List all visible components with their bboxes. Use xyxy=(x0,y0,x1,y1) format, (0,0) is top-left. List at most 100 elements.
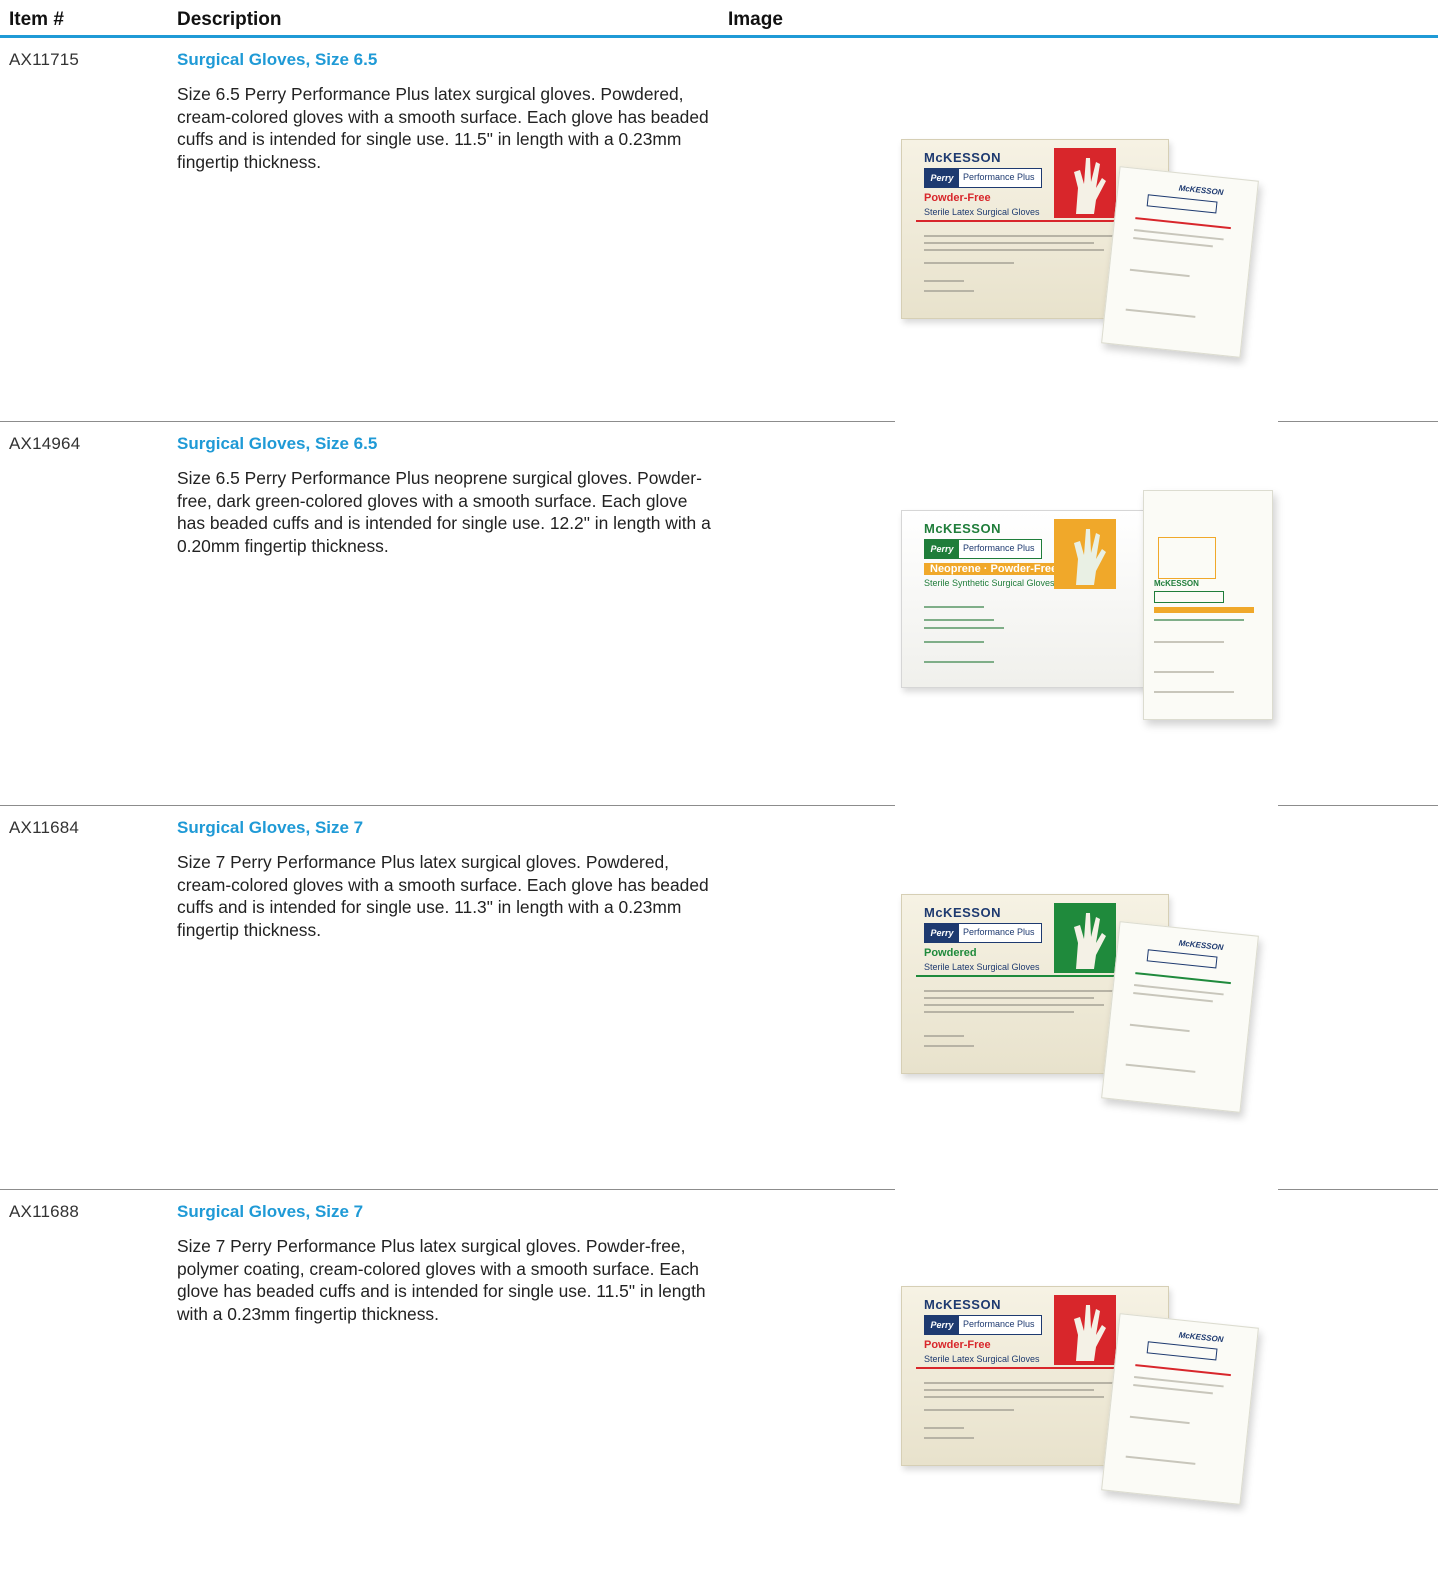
fine-print-line xyxy=(924,280,964,282)
glove-pouch: McKESSON xyxy=(1101,1313,1259,1505)
pouch-logo xyxy=(1154,591,1224,603)
subtitle-label: Sterile Latex Surgical Gloves xyxy=(924,207,1040,217)
perry-logo: Perry Performance Plus xyxy=(924,923,1042,943)
perry-badge: Perry xyxy=(925,1316,959,1334)
fine-print-line xyxy=(924,627,1004,629)
item-number: AX14964 xyxy=(9,434,81,453)
fine-print-line xyxy=(924,641,984,643)
product-line-label: Performance Plus xyxy=(963,172,1035,182)
product-image: McKESSON Perry Performance Plus Powdered… xyxy=(895,888,1278,1128)
product-title-link[interactable]: Surgical Gloves, Size 6.5 xyxy=(177,434,377,454)
accent-rule xyxy=(916,1367,1126,1369)
pouch-logo xyxy=(1146,194,1218,214)
fine-print-line xyxy=(924,1011,1074,1013)
fine-print-line xyxy=(924,1427,964,1429)
perry-logo: Perry Performance Plus xyxy=(924,1315,1042,1335)
pouch-brand-label: McKESSON xyxy=(1178,1330,1224,1345)
fine-print-line xyxy=(924,619,994,621)
product-row: AX11684 Surgical Gloves, Size 7 Size 7 P… xyxy=(0,806,1438,1190)
fine-print-line xyxy=(924,1396,1104,1398)
product-image: McKESSON Perry Performance Plus Powder-F… xyxy=(895,1280,1278,1520)
glove-hand-icon xyxy=(1054,519,1116,589)
pouch-text-line xyxy=(1129,1415,1190,1425)
pouch-text-line xyxy=(1154,671,1214,673)
pouch-brand-label: McKESSON xyxy=(1154,579,1199,588)
brand-label: McKESSON xyxy=(924,1297,1001,1312)
pouch-text-line xyxy=(1125,1063,1196,1073)
column-header-item: Item # xyxy=(9,9,64,30)
pouch-text-line xyxy=(1154,641,1224,643)
perry-badge: Perry xyxy=(925,924,959,942)
product-image: McKESSON Perry Performance Plus Powder-F… xyxy=(895,133,1278,373)
pouch-text-line xyxy=(1129,1023,1190,1033)
product-row: AX11715 Surgical Gloves, Size 6.5 Size 6… xyxy=(0,38,1438,422)
glove-hand-icon xyxy=(1054,903,1116,973)
variant-label: Powder-Free xyxy=(924,192,991,204)
pouch-text-line xyxy=(1129,268,1190,278)
perry-badge: Perry xyxy=(925,540,959,558)
item-number: AX11684 xyxy=(9,818,80,837)
pouch-accent-line xyxy=(1135,217,1231,230)
glove-pouch: McKESSON xyxy=(1143,490,1273,720)
pouch-text-line xyxy=(1133,236,1213,248)
product-title-link[interactable]: Surgical Gloves, Size 7 xyxy=(177,818,363,838)
brand-label: McKESSON xyxy=(924,150,1001,165)
glove-hand-icon xyxy=(1054,1295,1116,1365)
fine-print-line xyxy=(924,1437,974,1439)
column-header-image: Image xyxy=(728,9,783,30)
product-description: Size 6.5 Perry Performance Plus neoprene… xyxy=(177,468,711,556)
product-line-label: Performance Plus xyxy=(963,1319,1035,1329)
pouch-accent-line xyxy=(1135,972,1231,985)
pouch-brand-label: McKESSON xyxy=(1178,938,1224,953)
glove-pouch: McKESSON xyxy=(1101,166,1259,358)
pouch-brand-label: McKESSON xyxy=(1178,183,1224,198)
brand-label: McKESSON xyxy=(924,521,1001,536)
brand-label: McKESSON xyxy=(924,905,1001,920)
fine-print-line xyxy=(924,1409,1014,1411)
product-title-link[interactable]: Surgical Gloves, Size 6.5 xyxy=(177,50,377,70)
pouch-accent-line xyxy=(1154,607,1254,613)
accent-rule xyxy=(916,975,1126,977)
product-line-label: Performance Plus xyxy=(963,927,1035,937)
pouch-text-line xyxy=(1154,619,1244,621)
item-number: AX11715 xyxy=(9,50,80,69)
item-number: AX11688 xyxy=(9,1202,80,1221)
product-description: Size 7 Perry Performance Plus latex surg… xyxy=(177,1236,706,1324)
variant-label: Powder-Free xyxy=(924,1339,991,1351)
glove-box: McKESSON Perry Performance Plus Neoprene… xyxy=(901,510,1169,688)
fine-print-line xyxy=(924,235,1114,237)
perry-badge: Perry xyxy=(925,169,959,187)
pouch-text-line xyxy=(1133,1383,1213,1395)
perry-logo: Perry Performance Plus xyxy=(924,539,1042,559)
accent-rule xyxy=(916,220,1126,222)
glove-hand-icon xyxy=(1054,148,1116,218)
pouch-logo xyxy=(1146,1341,1218,1361)
product-line-label: Performance Plus xyxy=(963,543,1035,553)
subtitle-label: Sterile Latex Surgical Gloves xyxy=(924,962,1040,972)
subtitle-label: Sterile Latex Surgical Gloves xyxy=(924,1354,1040,1364)
pouch-text-line xyxy=(1154,691,1234,693)
column-header-description: Description xyxy=(177,9,282,30)
variant-label: Powdered xyxy=(924,947,977,959)
fine-print-line xyxy=(924,1035,964,1037)
perry-logo: Perry Performance Plus xyxy=(924,168,1042,188)
pouch-text-line xyxy=(1133,991,1213,1003)
pouch-text-line xyxy=(1125,1455,1196,1465)
pouch-accent-line xyxy=(1135,1364,1231,1377)
pouch-text-line xyxy=(1125,308,1196,318)
product-row: AX11688 Surgical Gloves, Size 7 Size 7 P… xyxy=(0,1190,1438,1572)
product-row: AX14964 Surgical Gloves, Size 6.5 Size 6… xyxy=(0,422,1438,806)
fine-print-line xyxy=(924,1382,1114,1384)
product-title-link[interactable]: Surgical Gloves, Size 7 xyxy=(177,1202,363,1222)
product-description: Size 7 Perry Performance Plus latex surg… xyxy=(177,852,709,940)
fine-print-line xyxy=(924,242,1094,244)
fine-print-line xyxy=(924,1004,1104,1006)
fine-print-line xyxy=(924,661,994,663)
product-description: Size 6.5 Perry Performance Plus latex su… xyxy=(177,84,709,172)
fine-print-line xyxy=(924,249,1104,251)
fine-print-line xyxy=(924,1389,1094,1391)
product-image: McKESSON Perry Performance Plus Neoprene… xyxy=(895,490,1278,740)
fine-print-line xyxy=(924,990,1114,992)
fine-print-line xyxy=(924,606,984,608)
glove-pouch: McKESSON xyxy=(1101,921,1259,1113)
